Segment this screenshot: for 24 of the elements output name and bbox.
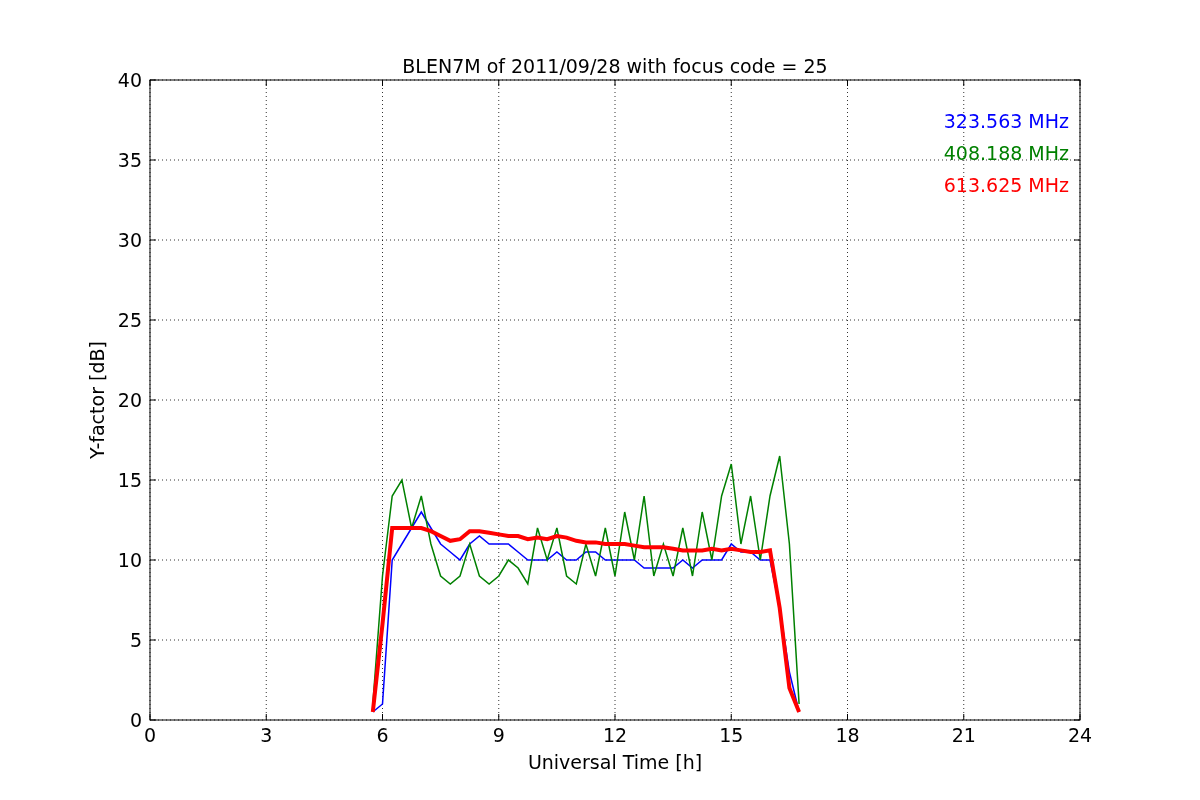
legend-label: 613.625 MHz [943,174,1069,196]
tick-label: 18 [835,724,860,746]
tick-label: 6 [376,724,389,746]
tick-label: 24 [1067,724,1093,746]
axis-label: Universal Time [h] [527,751,703,773]
tick-label: 20 [117,389,142,411]
tick-label: 35 [117,149,142,171]
tick-label: 3 [260,724,273,746]
tick-label: 30 [117,229,142,251]
chart-title: BLEN7M of 2011/09/28 with focus code = 25 [402,55,828,77]
axis-label: Y-factor [dB] [86,341,108,459]
tick-label: 15 [719,724,744,746]
tick-label: 0 [143,724,157,746]
tick-label: 10 [117,549,142,571]
tick-label: 40 [117,69,142,91]
tick-label: 5 [129,629,142,651]
tick-label: 12 [602,724,628,746]
legend-label: 408.188 MHz [943,142,1069,164]
tick-label: 0 [129,709,142,731]
legend-label: 323.563 MHz [943,110,1069,132]
tick-label: 9 [492,724,505,746]
tick-label: 15 [117,469,142,491]
tick-label: 21 [951,724,976,746]
tick-label: 25 [117,309,142,331]
